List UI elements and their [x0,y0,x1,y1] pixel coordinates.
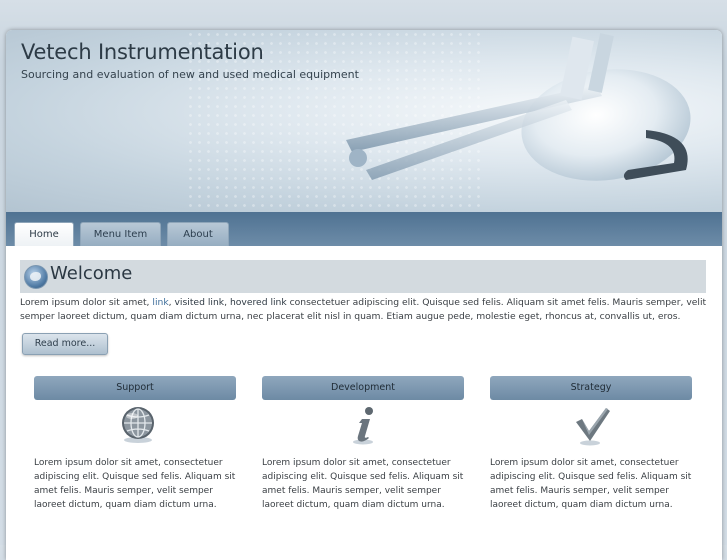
tab-about[interactable]: About [167,222,229,246]
welcome-heading-bar: Welcome [20,260,706,293]
tab-menu-item[interactable]: Menu Item [80,222,161,246]
support-heading: Support [34,376,236,400]
support-text: Lorem ipsum dolor sit amet, consectetuer… [34,458,236,510]
development-column: Development Lorem ipsum dolor sit amet, … [262,376,464,512]
site-title: Vetech Instrumentation [21,40,264,64]
strategy-column: Strategy Lorem ipsum dolor sit amet, con… [490,376,692,512]
page-frame: Vetech Instrumentation Sourcing and eval… [6,30,722,560]
development-heading: Development [262,376,464,400]
sample-visited-link[interactable]: visited link [175,297,225,308]
site-header: Vetech Instrumentation Sourcing and eval… [6,30,722,212]
column-icon-area [34,400,236,448]
main-nav: Home Menu Item About [6,212,722,246]
info-icon [353,407,373,445]
sample-link[interactable]: link [152,297,168,308]
read-more-button[interactable]: Read more... [22,333,108,355]
strategy-text: Lorem ipsum dolor sit amet, consectetuer… [490,458,692,510]
globe-icon [24,265,48,289]
globe-icon [122,407,154,443]
checkmark-icon [576,408,610,446]
site-tagline: Sourcing and evaluation of new and used … [21,68,359,81]
column-icon-area [490,400,692,448]
welcome-title: Welcome [50,263,133,284]
strategy-heading: Strategy [490,376,692,400]
intro-paragraph: Lorem ipsum dolor sit amet, link, visite… [20,296,710,324]
development-text: Lorem ipsum dolor sit amet, consectetuer… [262,458,464,510]
support-column: Support Lorem ipsum dolor sit amet, cons… [34,376,236,512]
column-icon-area [262,400,464,448]
tab-home[interactable]: Home [14,222,74,246]
intro-text-start: Lorem ipsum dolor sit amet, [20,297,153,308]
sample-hovered-link[interactable]: hovered link [230,297,287,308]
